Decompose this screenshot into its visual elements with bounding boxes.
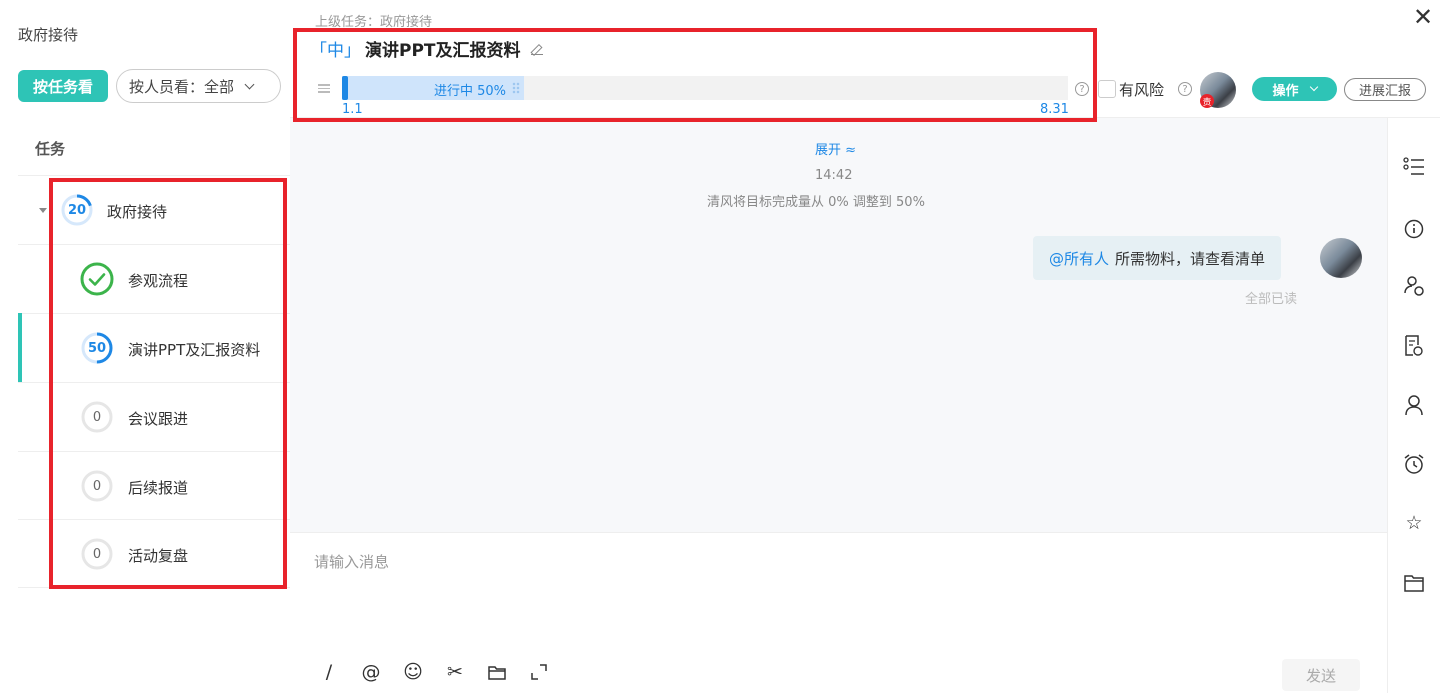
message-input-placeholder[interactable]: 请输入消息 [314,551,389,572]
project-title: 政府接待 [18,26,79,44]
operate-label: 操作 [1272,83,1299,99]
scissors-icon[interactable]: ✂ [444,661,466,683]
emoji-icon[interactable]: ☺ [402,661,424,683]
operate-button[interactable]: 操作 [1252,77,1337,101]
chevron-down-icon [244,79,255,89]
chevron-down-icon [1309,82,1318,92]
composer-toolbar: / @ ☺ ✂ [318,661,550,683]
at-icon[interactable]: @ [360,661,382,683]
slash-icon[interactable]: / [318,661,340,683]
member-settings-icon[interactable] [1402,274,1426,298]
collapse-triangle-icon[interactable] [39,208,47,213]
info-icon[interactable] [1402,217,1426,241]
alarm-icon[interactable] [1402,452,1426,476]
close-icon[interactable]: ✕ [1412,5,1434,29]
highlight-box-header [293,28,1097,122]
star-icon[interactable]: ☆ [1402,511,1426,535]
read-status: 全部已读 [1245,292,1298,307]
person-icon[interactable] [1402,393,1426,417]
folder-icon[interactable] [486,661,508,683]
sender-avatar[interactable] [1320,238,1362,278]
expand-icon[interactable] [528,661,550,683]
app: 政府接待 按任务看 按人员看：全部 任务 20 政府接待 参观流程 50 演讲P… [0,0,1440,693]
mention-all[interactable]: @所有人 [1049,248,1109,269]
view-by-person-label: 按人员看：全部 [129,77,235,96]
risk-help-icon[interactable]: ? [1178,82,1192,96]
system-message: 清风将目标完成量从 0% 调整到 50% [707,195,925,210]
view-by-person-dropdown[interactable]: 按人员看：全部 [116,69,281,103]
progress-report-button[interactable]: 进展汇报 [1344,78,1426,101]
list-icon[interactable] [1402,155,1426,179]
message-composer[interactable]: 请输入消息 / @ ☺ ✂ 发送 [290,532,1387,693]
column-header-task: 任务 [35,140,66,158]
risk-checkbox[interactable] [1098,80,1116,98]
folder-icon[interactable] [1402,571,1426,595]
message-text: 所需物料，请查看清单 [1115,249,1266,268]
expand-history-link[interactable]: 展开 ≈ [815,139,856,158]
message-time: 14:42 [815,168,853,183]
highlight-box-subtasks [49,178,287,589]
view-by-task-button[interactable]: 按任务看 [18,70,108,102]
risk-label: 有风险 [1119,81,1165,99]
send-button[interactable]: 发送 [1282,659,1360,691]
document-clock-icon[interactable] [1402,334,1426,358]
right-sidebar: ☆ [1387,118,1440,693]
chat-bubble: @所有人 所需物料，请查看清单 [1033,236,1282,280]
active-indicator [18,313,22,382]
owner-badge: 责 [1200,94,1214,108]
